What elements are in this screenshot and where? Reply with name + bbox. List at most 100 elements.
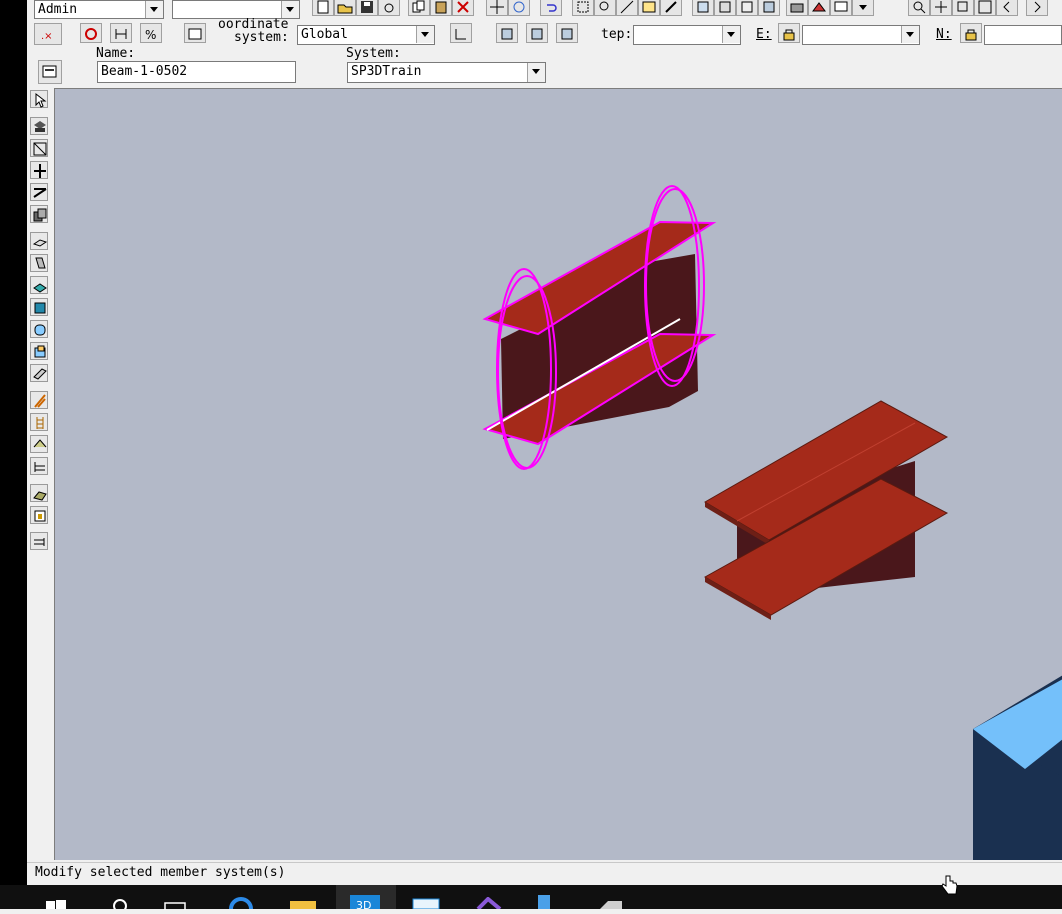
graphic-view[interactable] bbox=[54, 88, 1062, 860]
open-folder-icon[interactable] bbox=[334, 0, 356, 16]
coordinate-system-label: oordinate system: bbox=[218, 18, 289, 44]
locate-filter-icon[interactable] bbox=[80, 23, 102, 43]
selected-beam[interactable] bbox=[482, 185, 717, 470]
properties-icon[interactable] bbox=[184, 23, 206, 43]
cancel-command-icon[interactable]: .× bbox=[34, 23, 62, 45]
clip-view-icon[interactable] bbox=[736, 0, 758, 16]
windows-start-icon[interactable] bbox=[46, 897, 66, 909]
pan-icon[interactable] bbox=[930, 0, 952, 16]
display-icon[interactable] bbox=[830, 0, 852, 16]
inspect-icon[interactable] bbox=[594, 0, 616, 16]
chevron-down-icon[interactable] bbox=[901, 26, 919, 43]
save-icon[interactable] bbox=[356, 0, 378, 16]
measure-icon[interactable] bbox=[616, 0, 638, 16]
system-combo[interactable]: SP3DTrain bbox=[347, 62, 546, 83]
chevron-down-icon[interactable] bbox=[416, 26, 434, 43]
file-explorer-icon[interactable] bbox=[288, 897, 318, 909]
document-app-icon[interactable] bbox=[534, 893, 554, 909]
misc-app-icon[interactable] bbox=[596, 897, 626, 909]
coordinate-system-value: Global bbox=[301, 27, 348, 42]
percent-tool-icon[interactable]: % bbox=[140, 23, 162, 43]
svg-text:3D: 3D bbox=[356, 899, 371, 909]
system-value: SP3DTrain bbox=[351, 64, 422, 79]
chevron-down-icon[interactable] bbox=[145, 1, 163, 18]
place-member-icon[interactable] bbox=[30, 117, 48, 135]
name-field[interactable]: Beam-1-0502 bbox=[97, 61, 296, 83]
shape-icon[interactable] bbox=[30, 342, 48, 360]
delete-icon[interactable] bbox=[452, 0, 474, 16]
pen-icon[interactable] bbox=[660, 0, 682, 16]
new-file-icon[interactable] bbox=[312, 0, 334, 16]
network-app-icon[interactable] bbox=[410, 897, 442, 910]
plate-icon[interactable] bbox=[30, 364, 48, 382]
edge-browser-icon[interactable] bbox=[228, 897, 254, 914]
undo-icon[interactable] bbox=[540, 0, 562, 16]
n-label: N: bbox=[936, 27, 952, 42]
step-combo[interactable] bbox=[633, 25, 741, 45]
zoom-area-icon[interactable] bbox=[952, 0, 974, 16]
beam-member[interactable] bbox=[703, 400, 949, 620]
opening-icon[interactable] bbox=[30, 506, 48, 524]
svg-text:%: % bbox=[145, 28, 156, 42]
view-icon[interactable] bbox=[692, 0, 714, 16]
render-icon[interactable] bbox=[758, 0, 780, 16]
next-view-icon[interactable] bbox=[1026, 0, 1048, 16]
ladder-icon[interactable] bbox=[30, 413, 48, 431]
user-combo-value: Admin bbox=[38, 2, 78, 17]
plane-xy-icon[interactable] bbox=[496, 23, 518, 43]
framing-connection-icon[interactable] bbox=[30, 205, 48, 223]
slab-icon[interactable] bbox=[30, 232, 48, 250]
brace-icon[interactable] bbox=[30, 183, 48, 201]
model-graphics bbox=[482, 185, 1062, 860]
lock-n-icon[interactable] bbox=[960, 23, 982, 43]
properties-icon[interactable] bbox=[638, 0, 660, 16]
search-icon[interactable] bbox=[110, 897, 130, 913]
fit-icon[interactable] bbox=[974, 0, 996, 16]
options-dropdown-icon[interactable] bbox=[852, 0, 874, 16]
stair-icon[interactable] bbox=[30, 391, 48, 409]
plane-yz-icon[interactable] bbox=[526, 23, 548, 43]
plane-xz-icon[interactable] bbox=[556, 23, 578, 43]
trim-icon[interactable] bbox=[30, 484, 48, 502]
equipment-foundation-icon[interactable] bbox=[30, 298, 48, 316]
properties-dialog-icon[interactable] bbox=[38, 60, 62, 84]
zoom-icon[interactable] bbox=[908, 0, 930, 16]
status-message: Modify selected member system(s) bbox=[35, 865, 286, 880]
assembly-icon[interactable] bbox=[30, 532, 48, 550]
refresh-icon[interactable] bbox=[378, 0, 400, 16]
visual-studio-icon[interactable] bbox=[474, 896, 504, 911]
select-filter-icon[interactable] bbox=[572, 0, 594, 16]
solid-icon[interactable] bbox=[30, 320, 48, 338]
lock-e-icon[interactable] bbox=[778, 23, 800, 43]
rotate-icon[interactable] bbox=[508, 0, 530, 16]
footing-icon[interactable] bbox=[30, 276, 48, 294]
coordinate-system-picker-icon[interactable] bbox=[450, 23, 472, 43]
chevron-down-icon[interactable] bbox=[281, 1, 299, 18]
smart3d-app-icon[interactable]: 3D bbox=[336, 885, 396, 912]
member-filter-icon[interactable] bbox=[110, 23, 132, 43]
select-pointer-icon[interactable] bbox=[30, 90, 48, 108]
svg-text:.×: .× bbox=[41, 31, 53, 42]
equipment-block[interactable] bbox=[973, 675, 1062, 860]
member-system-icon[interactable] bbox=[30, 139, 48, 157]
roof-icon[interactable] bbox=[30, 435, 48, 453]
coordinate-system-combo[interactable]: Global bbox=[297, 25, 435, 45]
main-toolbar bbox=[312, 0, 1062, 16]
handrail-icon[interactable] bbox=[30, 457, 48, 475]
user-combo[interactable]: Admin bbox=[34, 0, 164, 19]
previous-view-icon[interactable] bbox=[996, 0, 1018, 16]
camera-icon[interactable] bbox=[786, 0, 808, 16]
chevron-down-icon[interactable] bbox=[527, 63, 545, 82]
cube-view-icon[interactable] bbox=[714, 0, 736, 16]
shading-icon[interactable] bbox=[808, 0, 830, 16]
move-icon[interactable] bbox=[486, 0, 508, 16]
n-combo[interactable] bbox=[984, 25, 1062, 45]
copy-icon[interactable] bbox=[408, 0, 430, 16]
paste-icon[interactable] bbox=[430, 0, 452, 16]
e-combo[interactable] bbox=[802, 25, 920, 45]
split-member-icon[interactable] bbox=[30, 161, 48, 179]
wall-icon[interactable] bbox=[30, 254, 48, 272]
task-view-icon[interactable] bbox=[162, 899, 188, 912]
name-label: Name: bbox=[96, 46, 136, 61]
chevron-down-icon[interactable] bbox=[722, 26, 740, 43]
